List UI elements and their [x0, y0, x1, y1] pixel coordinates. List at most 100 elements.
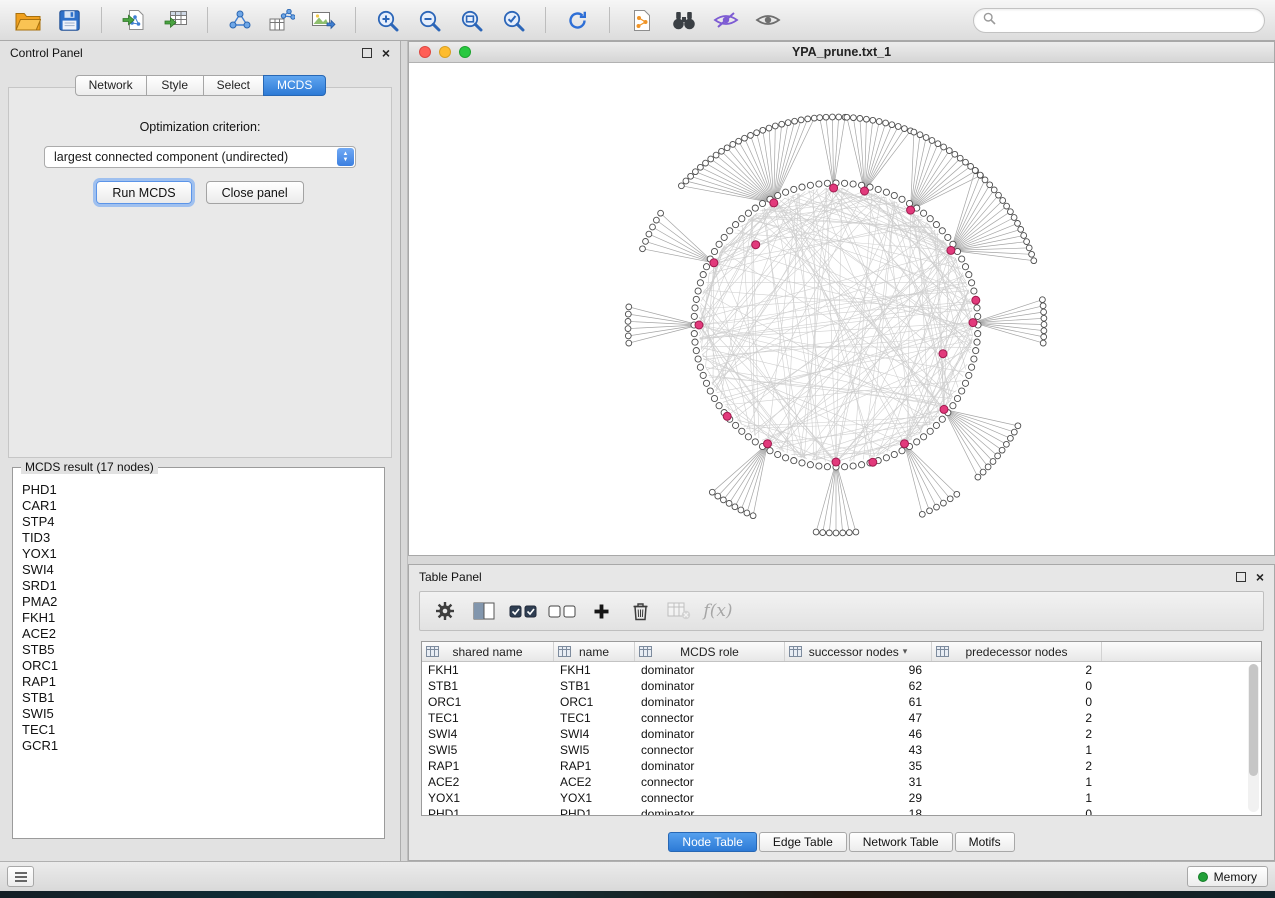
network-node[interactable] — [727, 228, 733, 234]
table-scrollbar[interactable] — [1248, 664, 1259, 812]
table-row[interactable]: SWI4SWI4dominator462 — [422, 726, 1261, 742]
dominator-node[interactable] — [947, 246, 955, 254]
leaf-node[interactable] — [999, 447, 1005, 453]
float-table-panel-icon[interactable] — [1236, 572, 1246, 582]
dominator-node[interactable] — [770, 199, 778, 207]
leaf-node[interactable] — [785, 120, 791, 126]
leaf-node[interactable] — [889, 122, 895, 128]
network-node[interactable] — [775, 192, 781, 198]
search-network-icon[interactable] — [666, 5, 701, 36]
tab-style[interactable]: Style — [146, 75, 204, 96]
mcds-result-item[interactable]: YOX1 — [22, 546, 375, 562]
add-row-icon[interactable] — [586, 596, 616, 626]
network-node[interactable] — [966, 272, 972, 278]
network-node[interactable] — [791, 186, 797, 192]
leaf-node[interactable] — [1041, 315, 1047, 321]
leaf-node[interactable] — [625, 333, 631, 339]
import-network-from-file-icon[interactable] — [116, 5, 151, 36]
leaf-node[interactable] — [853, 529, 859, 535]
network-node[interactable] — [703, 380, 709, 386]
network-node[interactable] — [695, 356, 701, 362]
leaf-node[interactable] — [798, 117, 804, 123]
dominator-node[interactable] — [901, 440, 909, 448]
network-node[interactable] — [939, 228, 945, 234]
leaf-node[interactable] — [744, 510, 750, 516]
show-panels-icon[interactable] — [750, 5, 785, 36]
network-node[interactable] — [739, 428, 745, 434]
leaf-node[interactable] — [1041, 334, 1047, 340]
leaf-node[interactable] — [721, 497, 727, 503]
network-node[interactable] — [700, 272, 706, 278]
leaf-node[interactable] — [1015, 221, 1021, 227]
scrollbar-thumb[interactable] — [1249, 664, 1258, 776]
leaf-node[interactable] — [1015, 423, 1021, 429]
new-network-icon[interactable] — [222, 5, 257, 36]
leaf-node[interactable] — [811, 115, 817, 121]
leaf-node[interactable] — [650, 224, 656, 230]
window-zoom-button[interactable] — [459, 46, 471, 58]
column-header-MCDS-role[interactable]: MCDS role — [635, 642, 785, 661]
zoom-out-icon[interactable] — [412, 5, 447, 36]
hide-panels-icon[interactable] — [708, 5, 743, 36]
leaf-node[interactable] — [954, 491, 960, 497]
dominator-node[interactable] — [940, 405, 948, 413]
network-node[interactable] — [945, 234, 951, 240]
leaf-node[interactable] — [1041, 309, 1047, 315]
mcds-result-item[interactable]: PHD1 — [22, 482, 375, 498]
leaf-node[interactable] — [715, 493, 721, 499]
leaf-node[interactable] — [902, 126, 908, 132]
tab-network-table[interactable]: Network Table — [849, 832, 953, 852]
network-node[interactable] — [850, 181, 856, 187]
leaf-node[interactable] — [698, 164, 704, 170]
leaf-node[interactable] — [748, 133, 754, 139]
leaf-node[interactable] — [1008, 435, 1014, 441]
leaf-node[interactable] — [719, 148, 725, 154]
tab-node-table[interactable]: Node Table — [668, 832, 757, 852]
leaf-node[interactable] — [779, 121, 785, 127]
zoom-in-icon[interactable] — [370, 5, 405, 36]
leaf-node[interactable] — [654, 217, 660, 223]
leaf-node[interactable] — [946, 148, 952, 154]
vertical-splitter[interactable] — [401, 41, 408, 861]
leaf-node[interactable] — [911, 129, 917, 135]
mcds-result-item[interactable]: STB5 — [22, 642, 375, 658]
leaf-node[interactable] — [1004, 441, 1010, 447]
leaf-node[interactable] — [813, 529, 819, 535]
leaf-node[interactable] — [830, 114, 836, 120]
leaf-node[interactable] — [1040, 303, 1046, 309]
tab-network[interactable]: Network — [75, 75, 147, 96]
network-node[interactable] — [921, 434, 927, 440]
leaf-node[interactable] — [995, 453, 1001, 459]
sort-dropdown-icon[interactable]: ▾ — [903, 646, 908, 657]
network-node[interactable] — [733, 222, 739, 228]
leaf-node[interactable] — [750, 513, 756, 519]
leaf-node[interactable] — [919, 511, 925, 517]
network-from-table-icon[interactable] — [264, 5, 299, 36]
table-row[interactable]: ACE2ACE2connector311 — [422, 774, 1261, 790]
leaf-node[interactable] — [851, 115, 857, 121]
leaf-node[interactable] — [935, 141, 941, 147]
column-header-name[interactable]: name — [554, 642, 635, 661]
leaf-node[interactable] — [923, 135, 929, 141]
leaf-node[interactable] — [996, 192, 1002, 198]
table-row[interactable]: PHD1PHD1dominator180 — [422, 806, 1261, 815]
leaf-node[interactable] — [980, 469, 986, 475]
dominator-node[interactable] — [939, 350, 947, 358]
network-node[interactable] — [775, 451, 781, 457]
leaf-node[interactable] — [1040, 340, 1046, 346]
network-node[interactable] — [807, 182, 813, 188]
network-node[interactable] — [824, 180, 830, 186]
leaf-node[interactable] — [626, 340, 632, 346]
leaf-node[interactable] — [844, 114, 850, 120]
leaf-node[interactable] — [646, 231, 652, 237]
network-node[interactable] — [959, 256, 965, 262]
leaf-node[interactable] — [658, 210, 664, 216]
network-node[interactable] — [783, 189, 789, 195]
network-node[interactable] — [693, 296, 699, 302]
leaf-node[interactable] — [738, 507, 744, 513]
leaf-node[interactable] — [1018, 227, 1024, 233]
leaf-node[interactable] — [817, 115, 823, 121]
network-node[interactable] — [933, 222, 939, 228]
leaf-node[interactable] — [625, 311, 631, 317]
leaf-node[interactable] — [792, 118, 798, 124]
